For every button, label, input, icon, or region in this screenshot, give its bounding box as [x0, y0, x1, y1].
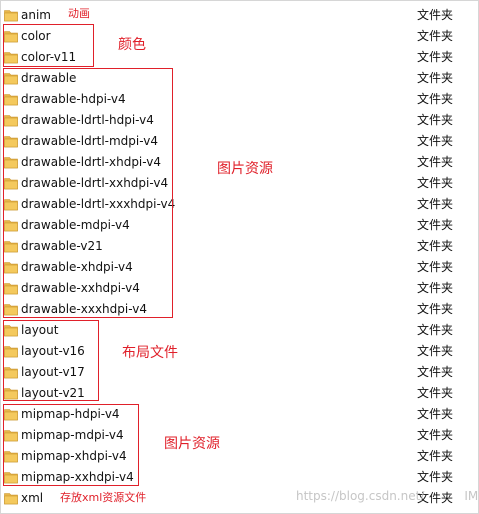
- folder-name: anim: [21, 8, 51, 22]
- folder-icon: [4, 10, 18, 22]
- folder-name: xml: [21, 491, 44, 505]
- watermark: https://blog.csdn.net/IM: [296, 489, 478, 503]
- folder-type: 文件夹: [417, 239, 454, 253]
- folder-type: 文件夹: [417, 407, 454, 421]
- folder-icon: [4, 493, 18, 505]
- folder-type: 文件夹: [417, 218, 454, 232]
- folder-type: 文件夹: [417, 302, 454, 316]
- folder-type: 文件夹: [417, 29, 454, 43]
- watermark-tail: IM: [464, 489, 479, 503]
- annotation-drawable: 图片资源: [217, 161, 273, 177]
- folder-type: 文件夹: [417, 134, 454, 148]
- folder-type: 文件夹: [417, 386, 454, 400]
- folder-type: 文件夹: [417, 71, 454, 85]
- annotation-xml: 存放xml资源文件: [60, 491, 147, 504]
- folder-type: 文件夹: [417, 197, 454, 211]
- folder-type: 文件夹: [417, 113, 454, 127]
- annotation-layout: 布局文件: [122, 345, 178, 361]
- folder-type: 文件夹: [417, 323, 454, 337]
- folder-type: 文件夹: [417, 155, 454, 169]
- folder-type: 文件夹: [417, 92, 454, 106]
- mipmap-group-box: [3, 404, 139, 486]
- color-group-box: [3, 24, 94, 67]
- folder-type: 文件夹: [417, 8, 454, 22]
- folder-type: 文件夹: [417, 365, 454, 379]
- layout-group-box: [3, 320, 99, 401]
- watermark-url: https://blog.csdn.net/: [296, 489, 425, 503]
- folder-type: 文件夹: [417, 176, 454, 190]
- annotation-color: 颜色: [118, 37, 146, 53]
- folder-type: 文件夹: [417, 428, 454, 442]
- folder-type: 文件夹: [417, 344, 454, 358]
- folder-type: 文件夹: [417, 260, 454, 274]
- folder-type: 文件夹: [417, 281, 454, 295]
- folder-type: 文件夹: [417, 50, 454, 64]
- folder-type: 文件夹: [417, 470, 454, 484]
- drawable-group-box: [3, 68, 173, 318]
- annotation-mipmap: 图片资源: [164, 436, 220, 452]
- annotation-anim: 动画: [68, 7, 90, 20]
- folder-type: 文件夹: [417, 449, 454, 463]
